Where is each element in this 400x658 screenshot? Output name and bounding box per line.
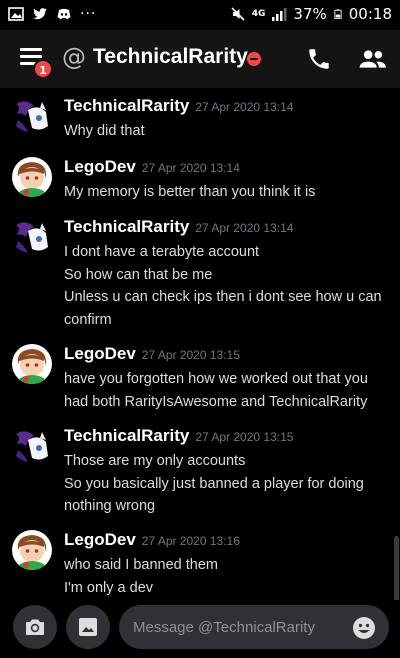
rarity-avatar[interactable]	[12, 217, 52, 257]
message-body: My memory is better than you think it is	[64, 181, 386, 204]
message-author[interactable]: TechnicalRarity 27 Apr 2020 13:15	[64, 426, 293, 446]
message-author[interactable]: LegoDev 27 Apr 2020 13:15	[64, 344, 240, 364]
status-bar: ··· 4G 37% 00:18	[0, 0, 400, 30]
signal-icon	[272, 8, 287, 21]
legodev-avatar[interactable]	[12, 157, 52, 197]
battery-percent: 37%	[293, 5, 327, 23]
message-line: I dont have a terabyte account	[64, 244, 260, 260]
status-bar-system: 4G 37% 00:18	[230, 5, 392, 23]
message-line: had both RarityIsAwesome and TechnicalRa…	[64, 393, 368, 410]
author-name[interactable]: TechnicalRarity	[64, 426, 189, 445]
clock: 00:18	[348, 5, 392, 23]
message-body: who said I banned them I'm only a dev	[64, 554, 386, 599]
message-body: have you forgotten how we worked out tha…	[64, 368, 386, 413]
message-body: Why did that	[64, 120, 386, 143]
rarity-avatar[interactable]	[12, 426, 52, 466]
network-type: 4G	[251, 9, 266, 19]
members-icon[interactable]	[358, 46, 388, 72]
message-list[interactable]: TechnicalRarity 27 Apr 2020 13:14 Why did…	[0, 88, 400, 600]
message-composer	[0, 600, 400, 658]
message-line: nothing wrong	[64, 498, 156, 514]
message-author[interactable]: LegoDev 27 Apr 2020 13:14	[64, 157, 240, 177]
message-input[interactable]	[119, 605, 389, 649]
message-timestamp: 27 Apr 2020 13:14	[195, 100, 294, 114]
message-line: Why did that	[64, 123, 145, 139]
message-timestamp: 27 Apr 2020 13:16	[141, 534, 240, 548]
message-author[interactable]: TechnicalRarity 27 Apr 2020 13:14	[64, 217, 293, 237]
message-body: Those are my only accounts So you basica…	[64, 450, 386, 518]
message-line: who said I banned them	[64, 557, 218, 573]
message-line: I'm only a dev	[64, 579, 154, 596]
legodev-avatar[interactable]	[12, 344, 52, 384]
message-timestamp: 27 Apr 2020 13:15	[195, 430, 294, 444]
author-name[interactable]: LegoDev	[64, 530, 136, 549]
message-line: My memory is better than you think it is	[64, 184, 316, 200]
message-timestamp: 27 Apr 2020 13:15	[141, 348, 240, 362]
message-line: Those are my only accounts	[64, 453, 246, 469]
rarity-avatar[interactable]	[12, 96, 52, 136]
page-title[interactable]: TechnicalRarity	[93, 45, 248, 69]
camera-button[interactable]	[13, 605, 57, 649]
message-author[interactable]: TechnicalRarity 27 Apr 2020 13:14	[64, 96, 293, 116]
message-line: confirm	[64, 311, 112, 328]
legodev-avatar[interactable]	[12, 530, 52, 570]
author-name[interactable]: LegoDev	[64, 157, 136, 176]
author-name[interactable]: LegoDev	[64, 344, 136, 363]
gallery-icon	[8, 7, 24, 21]
author-name[interactable]: TechnicalRarity	[64, 217, 189, 236]
image-icon	[79, 618, 97, 636]
message-line: So how can that be me	[64, 266, 213, 283]
scrollbar[interactable]	[394, 536, 399, 600]
more-notifications-indicator: ···	[80, 6, 97, 22]
mute-icon	[231, 7, 245, 21]
image-upload-button[interactable]	[66, 605, 110, 649]
message-timestamp: 27 Apr 2020 13:14	[195, 221, 294, 235]
status-bar-notifications: ···	[8, 6, 96, 22]
channel-header: 1 @ TechnicalRarity	[0, 30, 400, 88]
message-line: have you forgotten how we worked out tha…	[64, 371, 368, 387]
message-author[interactable]: LegoDev 27 Apr 2020 13:16	[64, 530, 240, 550]
author-name[interactable]: TechnicalRarity	[64, 96, 189, 115]
twitter-icon	[33, 8, 47, 20]
notification-badge: 1	[33, 59, 53, 79]
do-not-disturb-status-icon	[247, 52, 261, 66]
emoji-icon[interactable]	[352, 616, 376, 640]
camera-icon	[26, 619, 44, 635]
dm-at-icon: @	[62, 43, 86, 71]
phone-icon[interactable]	[306, 46, 332, 72]
discord-icon	[57, 8, 71, 19]
message-line: So you basically just banned a player fo…	[64, 475, 364, 492]
battery-icon	[334, 9, 342, 19]
message-line: Unless u can check ips then i dont see h…	[64, 289, 382, 305]
message-timestamp: 27 Apr 2020 13:14	[141, 161, 240, 175]
message-body: I dont have a terabyte account So how ca…	[64, 241, 386, 331]
